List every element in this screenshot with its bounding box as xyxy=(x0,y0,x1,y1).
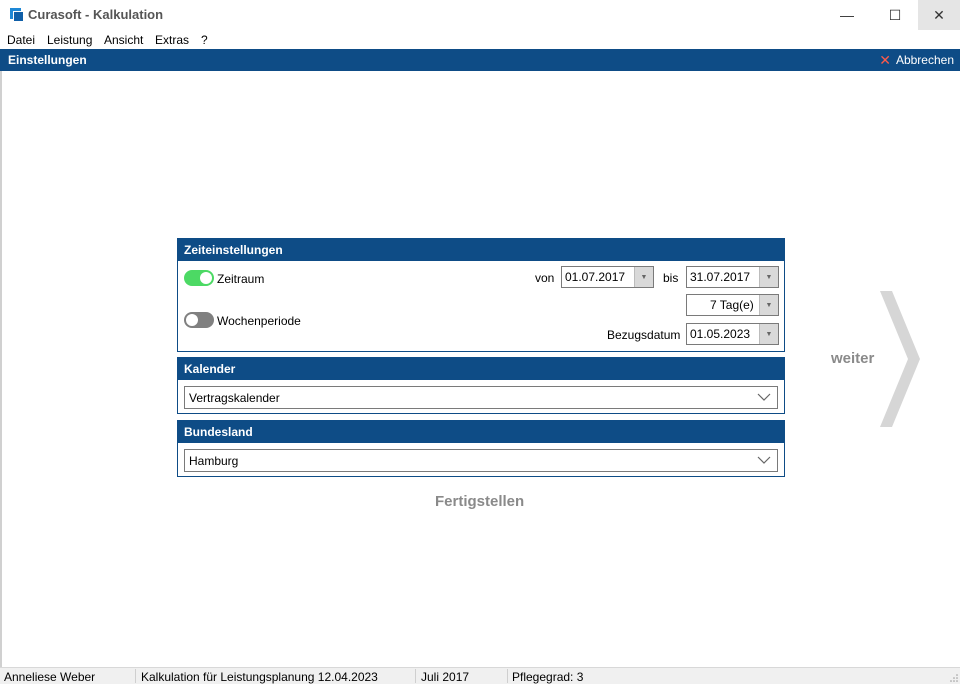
dropdown-arrow-icon[interactable]: ▼ xyxy=(759,267,778,287)
status-care-level: Pflegegrad: 3 xyxy=(512,670,584,684)
calendar-selected-value: Vertragskalender xyxy=(189,391,280,405)
wochenperiode-toggle[interactable] xyxy=(184,312,214,328)
status-bar: Anneliese Weber Kalkulation für Leistung… xyxy=(0,667,960,684)
chevron-down-icon xyxy=(757,393,771,401)
calendar-title: Kalender xyxy=(178,358,784,380)
bis-label: bis xyxy=(663,271,679,285)
window-title: Curasoft - Kalkulation xyxy=(28,7,164,22)
cancel-label: Abbrechen xyxy=(895,53,954,67)
time-settings-title: Zeiteinstellungen xyxy=(178,239,784,261)
close-window-button[interactable]: ✕ xyxy=(918,0,960,30)
bezugsdatum-field[interactable]: 01.05.2023 ▼ xyxy=(686,323,779,345)
dropdown-arrow-icon[interactable]: ▼ xyxy=(759,324,778,344)
days-value: 7 Tag(e) xyxy=(710,298,754,312)
menu-bar: Datei Leistung Ansicht Extras ? xyxy=(0,31,960,49)
state-selected-value: Hamburg xyxy=(189,454,239,468)
chevron-right-icon[interactable] xyxy=(878,291,920,427)
state-panel: Bundesland Hamburg xyxy=(177,420,785,477)
page-title: Einstellungen xyxy=(8,53,87,67)
wochenperiode-label: Wochenperiode xyxy=(217,314,301,328)
chevron-down-icon xyxy=(757,456,771,464)
menu-item-leistung[interactable]: Leistung xyxy=(47,33,92,47)
state-title: Bundesland xyxy=(178,421,784,443)
status-calculation: Kalkulation für Leistungsplanung 12.04.2… xyxy=(141,670,378,684)
next-button[interactable]: weiter xyxy=(831,350,874,367)
days-field[interactable]: 7 Tag(e) ▼ xyxy=(686,294,779,316)
calendar-panel: Kalender Vertragskalender xyxy=(177,357,785,414)
menu-item-extras[interactable]: Extras xyxy=(155,33,189,47)
app-icon xyxy=(10,8,24,22)
page-header: Einstellungen ✕ Abbrechen xyxy=(0,49,960,71)
minimize-button[interactable]: — xyxy=(824,0,870,30)
maximize-button[interactable]: ☐ xyxy=(872,0,918,30)
menu-item-ansicht[interactable]: Ansicht xyxy=(104,33,143,47)
dropdown-arrow-icon[interactable]: ▼ xyxy=(634,267,653,287)
time-settings-panel: Zeiteinstellungen Zeitraum Wochenperiode… xyxy=(177,238,785,352)
status-user: Anneliese Weber xyxy=(4,670,96,684)
bezugsdatum-value: 01.05.2023 xyxy=(690,327,751,341)
status-month: Juli 2017 xyxy=(421,670,470,684)
finish-button[interactable]: Fertigstellen xyxy=(435,493,524,510)
zeitraum-toggle[interactable] xyxy=(184,270,214,286)
von-label: von xyxy=(535,271,555,285)
calendar-select[interactable]: Vertragskalender xyxy=(184,386,778,409)
von-date-field[interactable]: 01.07.2017 ▼ xyxy=(561,266,654,288)
bis-date-value: 31.07.2017 xyxy=(690,270,751,284)
left-border xyxy=(0,71,2,667)
bezugsdatum-label: Bezugsdatum xyxy=(607,328,681,342)
title-bar: Curasoft - Kalkulation — ☐ ✕ xyxy=(0,0,960,30)
cancel-button[interactable]: ✕ Abbrechen xyxy=(879,53,954,67)
von-date-value: 01.07.2017 xyxy=(565,270,626,284)
dropdown-arrow-icon[interactable]: ▼ xyxy=(759,295,778,315)
bis-date-field[interactable]: 31.07.2017 ▼ xyxy=(686,266,779,288)
zeitraum-label: Zeitraum xyxy=(217,272,265,286)
menu-item-datei[interactable]: Datei xyxy=(7,33,35,47)
state-select[interactable]: Hamburg xyxy=(184,449,778,472)
close-icon: ✕ xyxy=(879,52,891,68)
resize-grip-icon[interactable] xyxy=(950,674,958,682)
menu-item-help[interactable]: ? xyxy=(201,33,208,47)
